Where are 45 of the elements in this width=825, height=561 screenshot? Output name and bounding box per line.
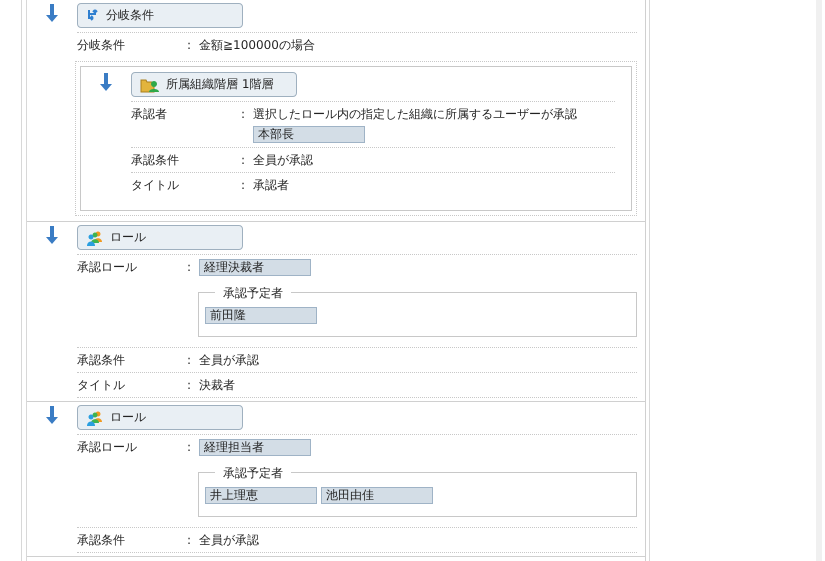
field-label: タイトル bbox=[131, 177, 180, 193]
colon: : bbox=[187, 352, 192, 368]
group-legend: 承認予定者 bbox=[215, 465, 291, 481]
colon: : bbox=[187, 37, 192, 53]
down-arrow-icon bbox=[46, 406, 58, 424]
field-label: タイトル bbox=[77, 377, 126, 393]
users-icon bbox=[86, 230, 104, 246]
value-chip: 本部長 bbox=[253, 126, 365, 143]
value-chip: 井上理恵 bbox=[205, 487, 317, 504]
field-value: 選択したロール内の指定した組織に所属するユーザーが承認 bbox=[253, 106, 578, 122]
down-arrow-icon bbox=[46, 226, 58, 244]
field-value: 全員が承認 bbox=[199, 352, 260, 368]
field-label: 承認ロール bbox=[77, 439, 138, 456]
colon: : bbox=[187, 439, 192, 456]
step-header-button[interactable]: ロール bbox=[77, 405, 243, 430]
value-chip: 経理担当者 bbox=[199, 439, 311, 456]
field-label: 承認ロール bbox=[77, 259, 138, 276]
colon: : bbox=[241, 106, 246, 123]
colon: : bbox=[187, 377, 192, 393]
step-header-button[interactable]: ロール bbox=[77, 225, 243, 250]
users-icon bbox=[86, 410, 104, 426]
value-chip: 池田由佳 bbox=[321, 487, 433, 504]
folder-user-icon bbox=[140, 76, 160, 92]
step-header-button[interactable]: 所属組織階層 1階層 bbox=[131, 72, 297, 97]
field-value: 全員が承認 bbox=[253, 152, 314, 168]
group-legend: 承認予定者 bbox=[215, 285, 291, 301]
colon: : bbox=[187, 532, 192, 548]
value-chip: 経理決裁者 bbox=[199, 259, 311, 276]
field-label: 承認条件 bbox=[131, 152, 180, 168]
field-value: 全員が承認 bbox=[199, 532, 260, 548]
colon: : bbox=[187, 259, 192, 276]
field-label: 分岐条件 bbox=[77, 37, 126, 53]
step-header-button[interactable]: 分岐条件 bbox=[77, 3, 243, 28]
field-label: 承認条件 bbox=[77, 352, 126, 368]
field-label: 承認者 bbox=[131, 106, 168, 123]
value-chip: 前田隆 bbox=[205, 307, 317, 324]
field-label: 承認条件 bbox=[77, 532, 126, 548]
down-arrow-icon bbox=[46, 4, 58, 22]
field-value: 金額≧100000の場合 bbox=[199, 37, 316, 53]
branch-icon bbox=[86, 8, 100, 22]
down-arrow-icon bbox=[100, 73, 112, 91]
field-value: 決裁者 bbox=[199, 377, 236, 393]
colon: : bbox=[241, 177, 246, 193]
colon: : bbox=[241, 152, 246, 168]
field-value: 承認者 bbox=[253, 177, 290, 193]
